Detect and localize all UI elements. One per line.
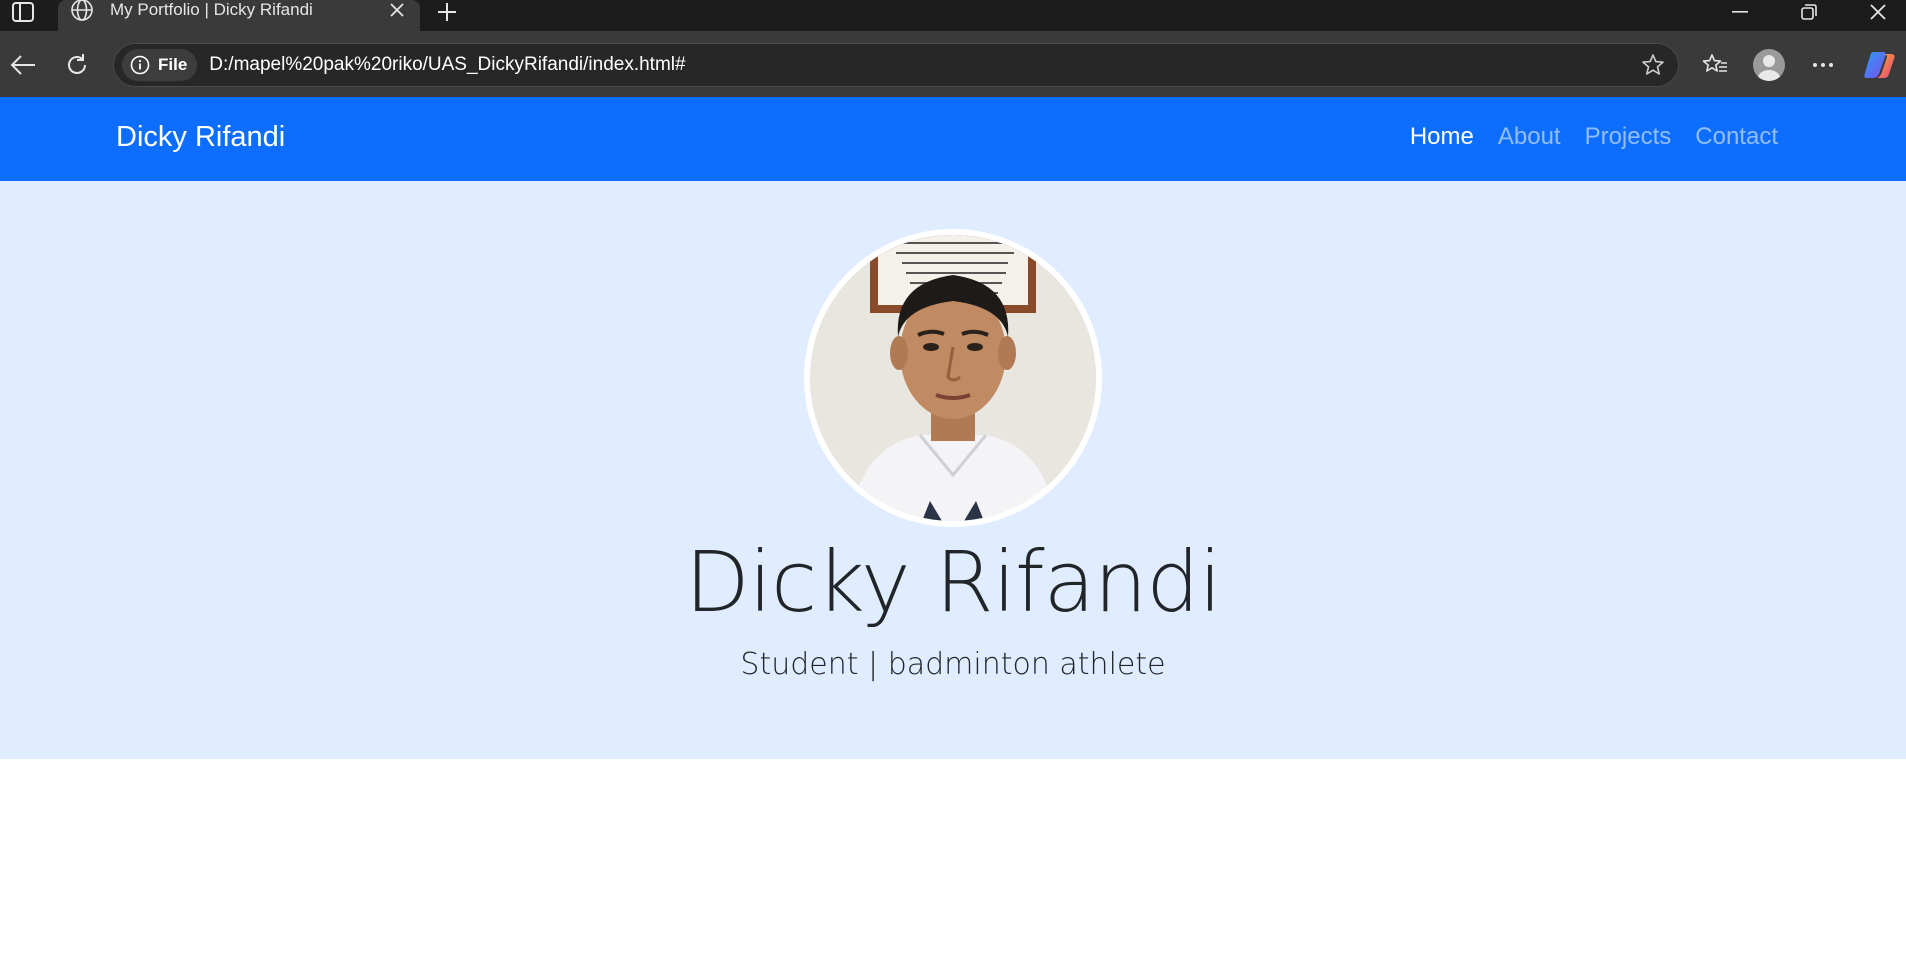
sidebar-toggle-icon[interactable] bbox=[8, 0, 38, 24]
browser-tab-bar: My Portfolio | Dicky Rifandi bbox=[0, 0, 1906, 31]
site-info-button[interactable]: File bbox=[122, 49, 198, 81]
browser-toolbar: File D:/mapel%20pak%20riko/UAS_DickyRifa… bbox=[0, 31, 1906, 97]
hero-name: Dicky Rifandi bbox=[685, 533, 1222, 631]
nav-link-contact[interactable]: Contact bbox=[1695, 123, 1778, 151]
navbar-brand[interactable]: Dicky Rifandi bbox=[116, 121, 285, 154]
nav-link-home[interactable]: Home bbox=[1410, 123, 1474, 151]
hero-section: Dicky Rifandi Student | badminton athlet… bbox=[0, 181, 1906, 759]
globe-icon bbox=[70, 0, 96, 29]
copilot-icon[interactable] bbox=[1862, 48, 1898, 82]
nav-link-projects[interactable]: Projects bbox=[1585, 123, 1672, 151]
minimize-icon[interactable] bbox=[1710, 0, 1770, 24]
url-text[interactable]: D:/mapel%20pak%20riko/UAS_DickyRifandi/i… bbox=[209, 54, 1636, 76]
back-arrow-icon[interactable] bbox=[6, 48, 40, 82]
favorites-icon[interactable] bbox=[1697, 48, 1733, 82]
tab-title: My Portfolio | Dicky Rifandi bbox=[110, 0, 313, 19]
nav-links: Home About Projects Contact bbox=[1410, 123, 1778, 151]
profile-avatar-icon[interactable] bbox=[1751, 48, 1787, 82]
new-tab-icon[interactable] bbox=[432, 0, 462, 24]
browser-tab-active[interactable]: My Portfolio | Dicky Rifandi bbox=[58, 0, 420, 31]
restore-icon[interactable] bbox=[1779, 0, 1839, 24]
reload-icon[interactable] bbox=[60, 48, 94, 82]
profile-photo bbox=[804, 229, 1102, 527]
site-info-label: File bbox=[158, 55, 188, 74]
address-bar[interactable]: File D:/mapel%20pak%20riko/UAS_DickyRifa… bbox=[113, 43, 1679, 87]
window-close-icon[interactable] bbox=[1848, 0, 1906, 24]
hero-tagline: Student | badminton athlete bbox=[740, 647, 1166, 682]
tab-close-icon[interactable] bbox=[386, 0, 408, 21]
site-navbar: Dicky Rifandi Home About Projects Contac… bbox=[0, 97, 1906, 181]
info-icon bbox=[130, 55, 150, 75]
nav-link-about[interactable]: About bbox=[1498, 123, 1561, 151]
more-menu-icon[interactable] bbox=[1805, 48, 1841, 82]
favorite-star-icon[interactable] bbox=[1636, 48, 1670, 82]
